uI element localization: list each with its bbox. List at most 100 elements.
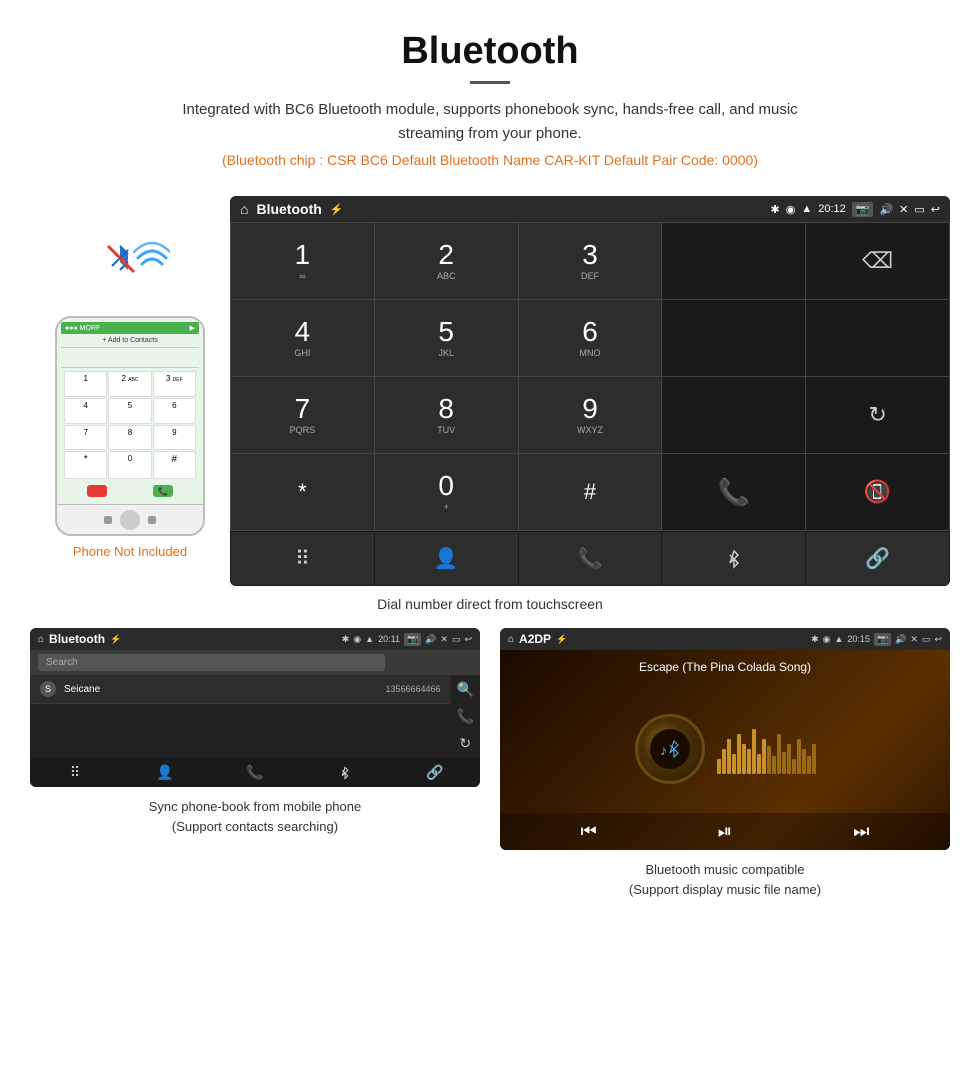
window-icon: ▭ xyxy=(914,203,924,216)
pb-dialpad-icon[interactable]: ⠿ xyxy=(30,764,120,781)
prev-track-icon[interactable]: ⏮ xyxy=(581,821,597,842)
close-small: ✕ xyxy=(440,634,448,645)
dial-key-6[interactable]: 6 MNO xyxy=(519,300,662,376)
dial-key-2[interactable]: 2 ABC xyxy=(375,223,518,299)
screen-topbar: ⌂ Bluetooth ⚡ ✱ ◉ ▲ 20:12 📷 🔊 ✕ ▭ ↩ xyxy=(230,196,950,222)
play-pause-icon[interactable]: ⏯ xyxy=(718,821,732,842)
dialpad-caption: Dial number direct from touchscreen xyxy=(0,596,980,612)
music-caption: Bluetooth music compatible (Support disp… xyxy=(629,860,821,899)
time-music: 20:15 xyxy=(847,634,870,644)
music-album-row: ♪ xyxy=(625,684,826,813)
music-topbar: ⌂ A2DP ⚡ ✱ ◉ ▲ 20:15 📷 🔊 ✕ ▭ ↩ xyxy=(500,628,950,650)
time-display: 20:12 xyxy=(818,203,846,215)
dial-key-3[interactable]: 3 DEF xyxy=(519,223,662,299)
search-display[interactable]: Search xyxy=(38,654,385,671)
next-track-icon[interactable]: ⏭ xyxy=(853,821,869,842)
music-screen: ⌂ A2DP ⚡ ✱ ◉ ▲ 20:15 📷 🔊 ✕ ▭ ↩ xyxy=(500,628,950,850)
bottom-bt-icon[interactable] xyxy=(662,532,805,585)
cam-small: 📷 xyxy=(404,633,421,646)
vol-music: 🔊 xyxy=(895,634,906,645)
dial-key-5[interactable]: 5 JKL xyxy=(375,300,518,376)
dial-key-9[interactable]: 9 WXYZ xyxy=(519,377,662,453)
phonebook-content: S Seicane 13566664466 🔍 📞 ↻ xyxy=(30,675,480,758)
back-music: ↩ xyxy=(934,634,942,645)
title-underline xyxy=(470,81,510,84)
dial-key-hash[interactable]: # xyxy=(519,454,662,530)
svg-text:♪: ♪ xyxy=(660,742,667,758)
signal-icon: ▲ xyxy=(801,203,812,215)
dial-key-1[interactable]: 1 ∞ xyxy=(231,223,374,299)
pb-link-icon[interactable]: 🔗 xyxy=(390,764,480,781)
home-icon-small: ⌂ xyxy=(38,634,44,645)
camera-icon: 📷 xyxy=(852,202,874,217)
contact-row[interactable]: S Seicane 13566664466 xyxy=(30,675,451,704)
dialpad-bottom-bar: ⠿ 👤 📞 🔗 xyxy=(230,531,950,586)
bt-icon: ✱ xyxy=(771,203,780,216)
home-icon-music: ⌂ xyxy=(508,634,514,645)
bt-music: ✱ xyxy=(811,634,819,645)
phonebook-main: S Seicane 13566664466 xyxy=(30,675,451,758)
back-small: ↩ xyxy=(464,634,472,645)
vol-small: 🔊 xyxy=(425,634,436,645)
pb-phone-icon[interactable]: 📞 xyxy=(210,764,300,781)
win-music: ▭ xyxy=(922,634,931,645)
music-card: ⌂ A2DP ⚡ ✱ ◉ ▲ 20:15 📷 🔊 ✕ ▭ ↩ xyxy=(500,628,950,899)
dial-call-green[interactable]: 📞 xyxy=(662,454,805,530)
phonebook-topbar: ⌂ Bluetooth ⚡ ✱ ◉ ▲ 20:11 📷 🔊 ✕ ▭ ↩ xyxy=(30,628,480,650)
album-inner: ♪ xyxy=(650,729,690,769)
page-header: Bluetooth Integrated with BC6 Bluetooth … xyxy=(0,0,980,196)
dial-key-0[interactable]: 0 + xyxy=(375,454,518,530)
back-icon: ↩ xyxy=(931,203,940,216)
page-title: Bluetooth xyxy=(20,30,960,73)
contact-avatar: S xyxy=(40,681,56,697)
dial-redial[interactable]: ↻ xyxy=(806,377,949,453)
search-right-icon[interactable]: 🔍 xyxy=(457,681,474,698)
phonebook-caption: Sync phone-book from mobile phone (Suppo… xyxy=(149,797,361,836)
phonebook-topbar-icons: ✱ ◉ ▲ 20:11 📷 🔊 ✕ ▭ ↩ xyxy=(342,633,472,646)
phonebook-screen: ⌂ Bluetooth ⚡ ✱ ◉ ▲ 20:11 📷 🔊 ✕ ▭ ↩ xyxy=(30,628,480,787)
dial-empty-2 xyxy=(662,300,805,376)
usb-icon-small: ⚡ xyxy=(110,634,121,645)
cam-music: 📷 xyxy=(874,633,891,646)
bottom-link-icon[interactable]: 🔗 xyxy=(806,532,949,585)
phonebook-card: ⌂ Bluetooth ⚡ ✱ ◉ ▲ 20:11 📷 🔊 ✕ ▭ ↩ xyxy=(30,628,480,899)
contact-name: Seicane xyxy=(64,684,386,695)
phone-area: ●●● MORF ▶ + Add to Contacts 1 2 ABC 3 D… xyxy=(30,196,230,559)
phone-mockup: ●●● MORF ▶ + Add to Contacts 1 2 ABC 3 D… xyxy=(55,316,205,536)
dial-empty-3 xyxy=(806,300,949,376)
dialpad-grid: 1 ∞ 2 ABC 3 DEF ⌫ 4 GHI xyxy=(230,222,950,531)
song-title: Escape (The Pina Colada Song) xyxy=(639,660,811,674)
music-controls: ⏮ ⏯ ⏭ xyxy=(500,813,950,850)
bottom-phone-icon[interactable]: 📞 xyxy=(519,532,662,585)
dial-backspace[interactable]: ⌫ xyxy=(806,223,949,299)
bottom-section: ⌂ Bluetooth ⚡ ✱ ◉ ▲ 20:11 📷 🔊 ✕ ▭ ↩ xyxy=(0,628,980,899)
volume-icon: 🔊 xyxy=(879,203,893,216)
phone-not-included: Phone Not Included xyxy=(73,544,187,559)
dial-key-star[interactable]: * xyxy=(231,454,374,530)
bottom-dialpad-icon[interactable]: ⠿ xyxy=(231,532,374,585)
win-small: ▭ xyxy=(452,634,461,645)
home-icon: ⌂ xyxy=(240,201,248,217)
main-section: ●●● MORF ▶ + Add to Contacts 1 2 ABC 3 D… xyxy=(0,196,980,586)
dial-key-7[interactable]: 7 PQRS xyxy=(231,377,374,453)
dial-key-8[interactable]: 8 TUV xyxy=(375,377,518,453)
bottom-contacts-icon[interactable]: 👤 xyxy=(375,532,518,585)
dial-key-4[interactable]: 4 GHI xyxy=(231,300,374,376)
time-small: 20:11 xyxy=(378,634,400,644)
phonebook-right-icons: 🔍 📞 ↻ xyxy=(451,675,480,758)
refresh-right-icon[interactable]: ↻ xyxy=(459,735,471,752)
location-icon: ◉ xyxy=(786,203,796,216)
usb-icon: ⚡ xyxy=(330,203,344,216)
dial-empty-4 xyxy=(662,377,805,453)
pb-contacts-icon[interactable]: 👤 xyxy=(120,764,210,781)
dial-empty-1 xyxy=(662,223,805,299)
dial-call-red[interactable]: 📵 xyxy=(806,454,949,530)
usb-icon-music: ⚡ xyxy=(556,634,567,645)
music-content-area: Escape (The Pina Colada Song) ♪ xyxy=(500,650,950,850)
album-art: ♪ xyxy=(635,714,705,784)
phone-right-icon[interactable]: 📞 xyxy=(457,708,474,725)
bt-small: ✱ xyxy=(342,634,350,645)
phonebook-search-bar: Search xyxy=(30,650,480,675)
dialpad-container: ⌂ Bluetooth ⚡ ✱ ◉ ▲ 20:12 📷 🔊 ✕ ▭ ↩ xyxy=(230,196,950,586)
pb-bt-icon[interactable] xyxy=(300,764,390,781)
